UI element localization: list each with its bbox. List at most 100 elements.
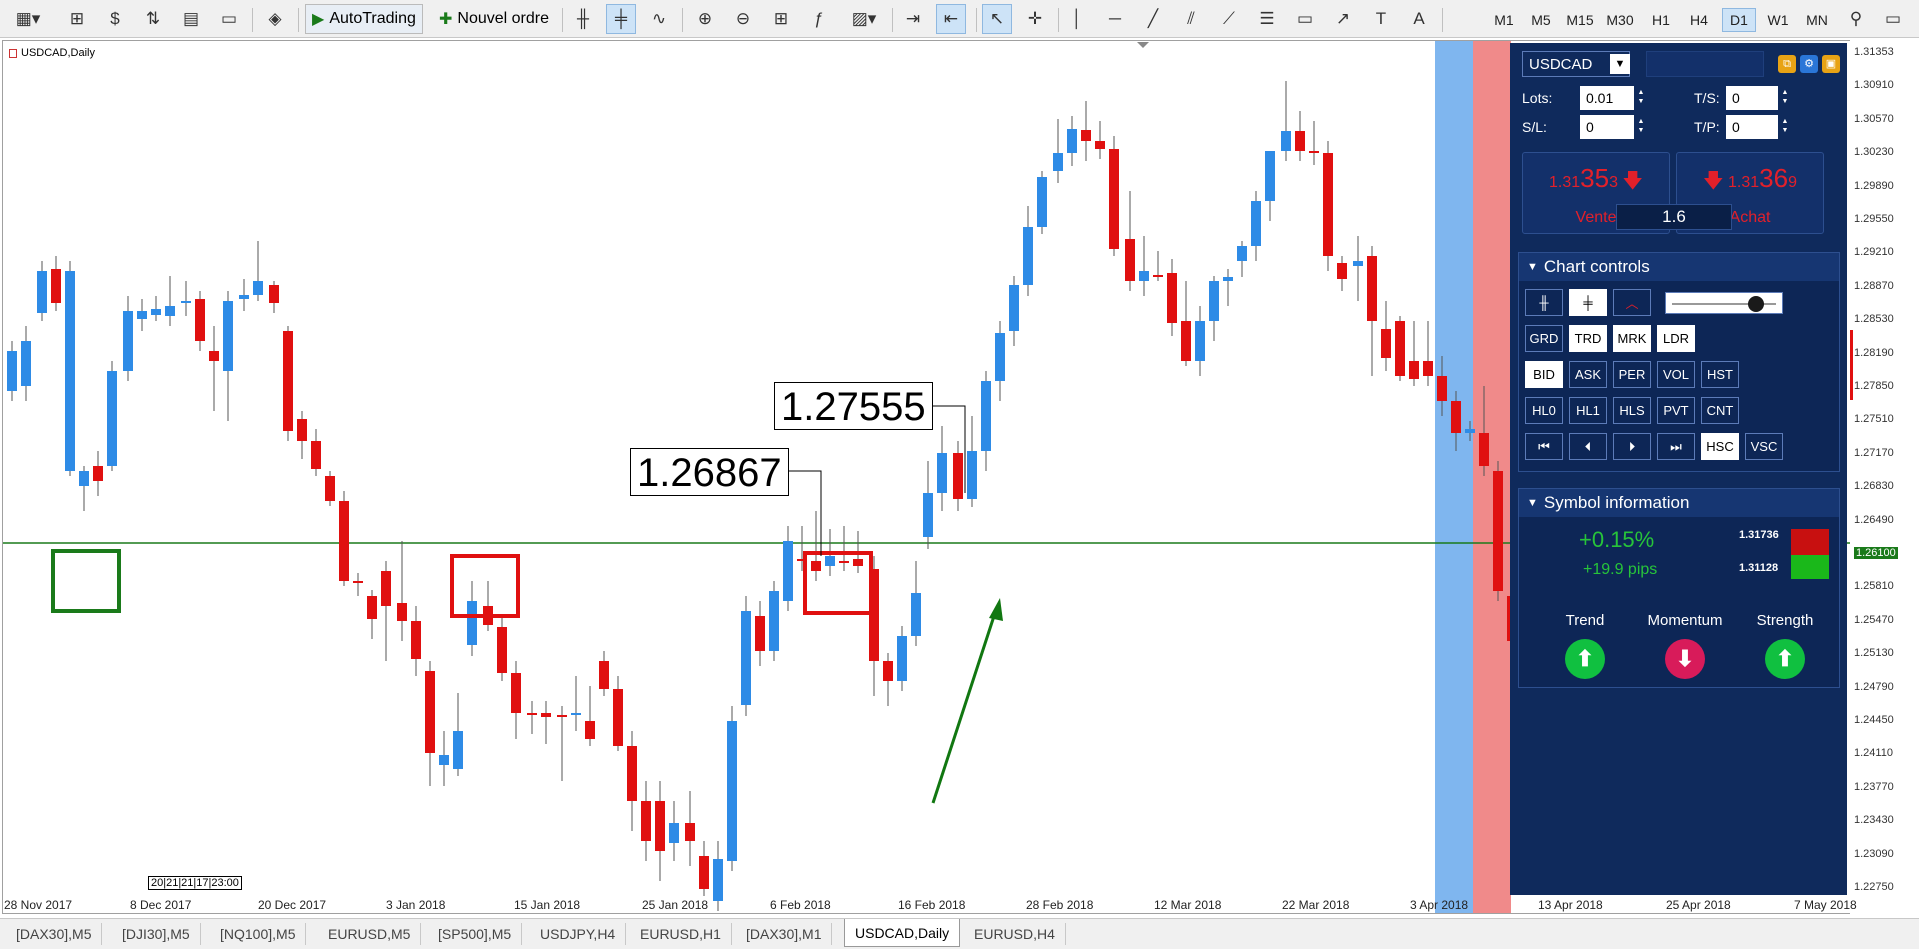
timeframe-m30[interactable]: M30 [1603, 8, 1637, 32]
timeframe-m5[interactable]: M5 [1524, 8, 1558, 32]
equidistant-channel-icon[interactable]: ⫽ [1176, 4, 1206, 34]
candle-body [1367, 256, 1377, 321]
trendline-icon[interactable]: ╱ [1138, 4, 1168, 34]
control-hls[interactable]: HLS [1613, 397, 1651, 424]
sl-stepper-icon[interactable]: ▲ ▼ [1636, 117, 1646, 135]
bar-style-icon[interactable]: ╫ [1525, 289, 1563, 316]
control-grd[interactable]: GRD [1525, 325, 1563, 352]
chart-tab[interactable]: [DJI30],M5 [112, 923, 201, 945]
control-hst[interactable]: HST [1701, 361, 1739, 388]
settings-gear-icon[interactable]: ⚙ [1800, 55, 1818, 73]
skip-first-icon[interactable]: ⏮ [1525, 433, 1563, 460]
control-pvt[interactable]: PVT [1657, 397, 1695, 424]
autotrading-button[interactable]: ▶ AutoTrading [305, 4, 423, 34]
new-order-button[interactable]: ✚ Nouvel ordre [432, 4, 556, 34]
tp-stepper-icon[interactable]: ▲ ▼ [1780, 117, 1790, 135]
step-back-icon[interactable]: ⏴ [1569, 433, 1607, 460]
profiles-icon[interactable]: ⊞ [62, 4, 92, 34]
fibonacci-fan-icon[interactable]: ⟋ [1214, 4, 1244, 34]
candle-style-icon[interactable]: ╪ [1569, 289, 1607, 316]
strategy-tester-icon[interactable]: ◈ [260, 4, 290, 34]
text-label-icon[interactable]: T [1366, 4, 1396, 34]
timeframe-w1[interactable]: W1 [1761, 8, 1795, 32]
control-vsc[interactable]: VSC [1745, 433, 1783, 460]
timeframe-m1[interactable]: M1 [1487, 8, 1521, 32]
ts-input[interactable]: 0 [1726, 86, 1778, 110]
control-mrk[interactable]: MRK [1613, 325, 1651, 352]
zoom-slider[interactable] [1665, 292, 1783, 314]
chart-shift-icon[interactable]: ⇥ [898, 4, 928, 34]
control-bid[interactable]: BID [1525, 361, 1563, 388]
indicators-icon[interactable]: ƒ [804, 4, 834, 34]
timeframe-m15[interactable]: M15 [1563, 8, 1597, 32]
chart-tab[interactable]: [DAX30],M1 [736, 923, 833, 945]
candlestick-chart-icon[interactable]: ╪ [606, 4, 636, 34]
symbol-dropdown-icon[interactable]: ▼ [1610, 54, 1630, 74]
line-style-icon[interactable]: ︿ [1613, 289, 1651, 316]
skip-last-icon[interactable]: ⏭ [1657, 433, 1695, 460]
chart-tab[interactable]: USDCAD,Daily [844, 919, 961, 947]
maximize-icon[interactable]: ▣ [1822, 55, 1840, 73]
arrow-icon[interactable]: ↗ [1328, 4, 1358, 34]
candle-body [1337, 263, 1347, 279]
control-cnt[interactable]: CNT [1701, 397, 1739, 424]
control-ask[interactable]: ASK [1569, 361, 1607, 388]
data-window-icon[interactable]: ⇅ [138, 4, 168, 34]
chart-tab[interactable]: [SP500],M5 [428, 923, 523, 945]
candle-body [1465, 429, 1475, 433]
navigator-icon[interactable]: ▤ [176, 4, 206, 34]
timeframe-mn[interactable]: MN [1800, 8, 1834, 32]
vertical-line-icon[interactable]: │ [1062, 4, 1092, 34]
chart-tab[interactable]: [NQ100],M5 [210, 923, 307, 945]
chart-tab[interactable]: EURUSD,M5 [318, 923, 422, 945]
control-hsc[interactable]: HSC [1701, 433, 1739, 460]
chart-tab[interactable]: EURUSD,H4 [964, 923, 1066, 945]
symbol-info-header[interactable]: ▼ Symbol information [1519, 489, 1839, 517]
candle-body [165, 306, 175, 316]
chat-icon[interactable]: ▭ [1880, 4, 1906, 34]
cursor-icon[interactable]: ↖ [982, 4, 1012, 34]
candle-body [1451, 401, 1461, 433]
crosshair-icon[interactable]: ✛ [1020, 4, 1050, 34]
timeframe-h4[interactable]: H4 [1682, 8, 1716, 32]
control-vol[interactable]: VOL [1657, 361, 1695, 388]
control-hl0[interactable]: HL0 [1525, 397, 1563, 424]
chart-tab[interactable]: USDJPY,H4 [530, 923, 627, 945]
lots-input[interactable]: 0.01 [1580, 86, 1634, 110]
horizontal-line-icon[interactable]: ─ [1100, 4, 1130, 34]
market-watch-icon[interactable]: $ [100, 4, 130, 34]
lots-stepper-icon[interactable]: ▲ ▼ [1636, 88, 1646, 106]
rectangle-icon[interactable]: ▭ [1290, 4, 1320, 34]
control-trd[interactable]: TRD [1569, 325, 1607, 352]
chart-tab[interactable]: [DAX30],M5 [6, 923, 103, 945]
new-chart-icon[interactable]: ▦▾ [8, 4, 48, 34]
tp-input[interactable]: 0 [1726, 115, 1778, 139]
chart-controls-header[interactable]: ▼ Chart controls [1519, 253, 1839, 281]
step-forward-icon[interactable]: ⏵ [1613, 433, 1651, 460]
zoom-out-icon[interactable]: ⊖ [728, 4, 758, 34]
zoom-slider-thumb[interactable] [1748, 296, 1764, 312]
control-hl1[interactable]: HL1 [1569, 397, 1607, 424]
chart-tab[interactable]: EURUSD,H1 [630, 923, 732, 945]
price-callout-2: 1.26867 [630, 448, 789, 496]
symbol-search-input[interactable] [1646, 51, 1764, 77]
control-ldr[interactable]: LDR [1657, 325, 1695, 352]
timeframe-h1[interactable]: H1 [1644, 8, 1678, 32]
ts-stepper-icon[interactable]: ▲ ▼ [1780, 88, 1790, 106]
fibonacci-retracement-icon[interactable]: ☰ [1252, 4, 1282, 34]
line-chart-icon[interactable]: ∿ [644, 4, 674, 34]
zoom-in-icon[interactable]: ⊕ [690, 4, 720, 34]
autoscroll-icon[interactable]: ⇤ [936, 4, 966, 34]
templates-icon[interactable]: ▨▾ [842, 4, 886, 34]
autotrading-icon: ▶ [312, 11, 325, 28]
candle-body [367, 596, 377, 619]
sl-input[interactable]: 0 [1580, 115, 1634, 139]
timeframe-d1[interactable]: D1 [1722, 8, 1756, 32]
bar-chart-icon[interactable]: ╫ [568, 4, 598, 34]
copy-icon[interactable]: ⧉ [1778, 55, 1796, 73]
search-icon[interactable]: ⚲ [1843, 4, 1869, 34]
text-icon[interactable]: A [1404, 4, 1434, 34]
tile-windows-icon[interactable]: ⊞ [766, 4, 796, 34]
terminal-icon[interactable]: ▭ [214, 4, 244, 34]
control-per[interactable]: PER [1613, 361, 1651, 388]
